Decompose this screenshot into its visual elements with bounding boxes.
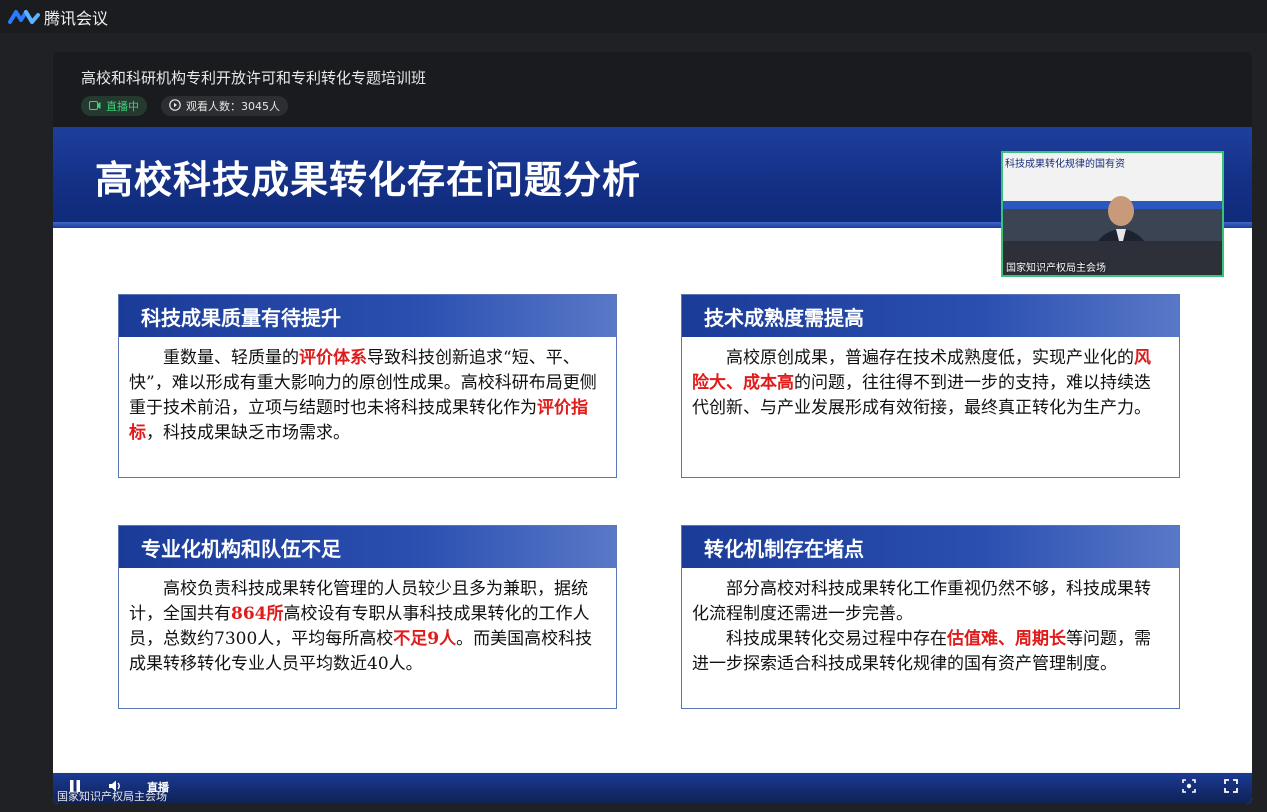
card-header: 转化机制存在堵点	[682, 526, 1179, 568]
card-text: 高校原创成果，普遍存在技术成熟度低，实现产业化的	[726, 348, 1134, 368]
app-name: 腾讯会议	[44, 8, 109, 28]
card-title: 技术成熟度需提高	[704, 305, 864, 330]
card-highlight: 不足9人	[393, 629, 457, 649]
card-highlight: 估值难、周期长	[947, 629, 1066, 649]
viewer-count-text: 观看人数：3045人	[186, 100, 280, 113]
card-quality: 科技成果质量有待提升 重数量、轻质量的评价体系导致科技创新追求“短、平、快”，难…	[118, 294, 617, 478]
card-header: 专业化机构和队伍不足	[119, 526, 616, 568]
card-staffing: 专业化机构和队伍不足 高校负责科技成果转化管理的人员较少且多为兼职，据统计，全国…	[118, 525, 617, 709]
card-text: 科技成果转化交易过程中存在	[726, 629, 947, 649]
tencent-meeting-logo-icon	[8, 8, 40, 26]
card-body: 部分高校对科技成果转化工作重视仍然不够，科技成果转化流程制度还需进一步完善。 科…	[682, 568, 1179, 677]
app-title-bar: 腾讯会议	[0, 0, 1267, 33]
card-body: 高校原创成果，普遍存在技术成熟度低，实现产业化的风险大、成本高的问题，往往得不到…	[682, 337, 1179, 421]
live-status-text: 直播中	[106, 100, 139, 113]
meeting-header: 高校和科研机构专利开放许可和专利转化专题培训班 直播中 观看人数：3045人	[53, 52, 1252, 127]
card-title: 科技成果质量有待提升	[141, 305, 341, 330]
viewer-count-badge: 观看人数：3045人	[161, 96, 288, 116]
player-controls: 直播 国家知识产权局主会场	[53, 770, 1252, 804]
card-header: 技术成熟度需提高	[682, 295, 1179, 337]
pip-caption: 国家知识产权局主会场	[1006, 263, 1106, 274]
video-camera-icon	[89, 100, 101, 113]
meeting-title: 高校和科研机构专利开放许可和专利转化专题培训班	[81, 69, 427, 87]
screenshot-icon[interactable]	[1181, 778, 1197, 794]
slide-title: 高校科技成果转化存在问题分析	[95, 158, 642, 202]
live-player: 高校和科研机构专利开放许可和专利转化专题培训班 直播中 观看人数：3045人 高…	[53, 52, 1252, 804]
fullscreen-icon[interactable]	[1223, 778, 1239, 794]
live-status-badge: 直播中	[81, 96, 147, 116]
pip-sign-text: 科技成果转化规律的国有资	[1005, 159, 1125, 170]
card-maturity: 技术成熟度需提高 高校原创成果，普遍存在技术成熟度低，实现产业化的风险大、成本高…	[681, 294, 1180, 478]
card-body: 高校负责科技成果转化管理的人员较少且多为兼职，据统计，全国共有864所高校设有专…	[119, 568, 616, 677]
card-highlight: 评价体系	[299, 348, 367, 368]
card-mechanism: 转化机制存在堵点 部分高校对科技成果转化工作重视仍然不够，科技成果转化流程制度还…	[681, 525, 1180, 709]
card-text: 部分高校对科技成果转化工作重视仍然不够，科技成果转化流程制度还需进一步完善。	[692, 579, 1151, 624]
card-title: 转化机制存在堵点	[704, 536, 864, 561]
venue-watermark: 国家知识产权局主会场	[57, 790, 167, 803]
card-text: ，科技成果缺乏市场需求。	[146, 423, 350, 443]
presentation-slide: 高校科技成果转化存在问题分析 科技成果转化规律的国有资 国家知识产权局主会场 科…	[53, 127, 1252, 804]
card-body: 重数量、轻质量的评价体系导致科技创新追求“短、平、快”，难以形成有重大影响力的原…	[119, 337, 616, 446]
card-text: 重数量、轻质量的	[163, 348, 299, 368]
card-header: 科技成果质量有待提升	[119, 295, 616, 337]
card-highlight: 864所	[231, 604, 284, 624]
play-circle-icon	[169, 98, 181, 114]
speaker-video-pip[interactable]: 科技成果转化规律的国有资 国家知识产权局主会场	[1001, 151, 1224, 277]
card-title: 专业化机构和队伍不足	[141, 536, 341, 561]
